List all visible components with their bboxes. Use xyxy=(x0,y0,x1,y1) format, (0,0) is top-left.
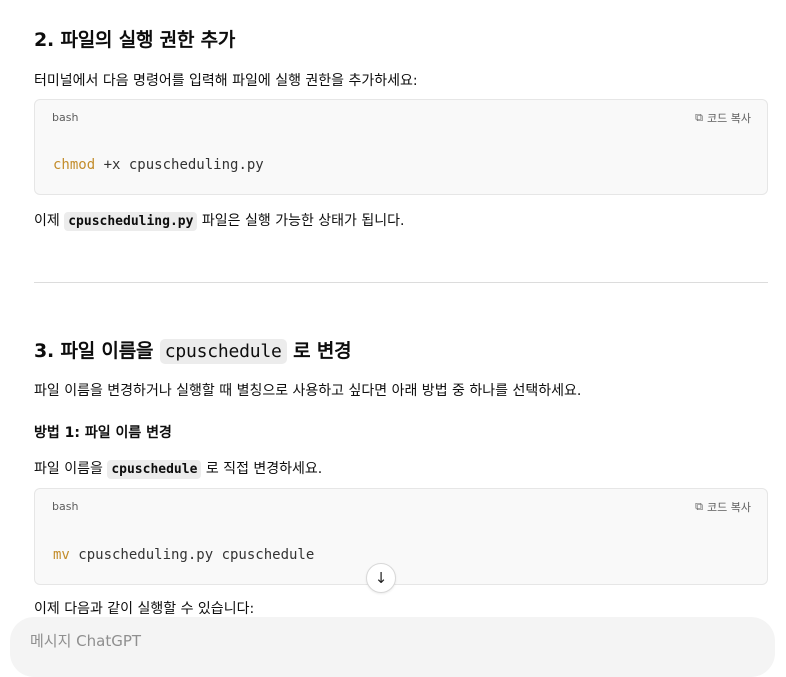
message-composer xyxy=(10,617,775,677)
scroll-down-button[interactable]: ↓ xyxy=(366,563,396,593)
after-suffix: 파일은 실행 가능한 상태가 됩니다. xyxy=(197,213,405,229)
code-block-mv: bash ⧉ 코드 복사 mv cpuscheduling.py cpusche… xyxy=(34,488,768,585)
arrow-down-icon: ↓ xyxy=(374,569,388,587)
section-3-heading: 3. 파일 이름을 cpuschedule 로 변경 xyxy=(34,336,352,364)
method-1-suffix: 로 직접 변경하세요. xyxy=(201,461,323,477)
code-args: cpuscheduling.py cpuschedule xyxy=(69,547,315,563)
section-2-after: 이제 cpuscheduling.py 파일은 실행 가능한 상태가 됩니다. xyxy=(34,210,405,231)
code-block-chmod: bash ⧉ 코드 복사 chmod +x cpuscheduling.py xyxy=(34,99,768,195)
code-lang-label: bash xyxy=(52,500,79,513)
code-args: +x cpuscheduling.py xyxy=(95,157,264,173)
heading-suffix: 로 변경 xyxy=(286,340,352,362)
section-2-heading: 2. 파일의 실행 권한 추가 xyxy=(34,29,236,51)
method-1-text: 파일 이름을 cpuschedule 로 직접 변경하세요. xyxy=(34,458,323,479)
section-3-intro: 파일 이름을 변경하거나 실행할 때 별칭으로 사용하고 싶다면 아래 방법 중… xyxy=(34,383,582,399)
code-keyword: chmod xyxy=(53,157,96,173)
copy-icon: ⧉ xyxy=(695,500,704,513)
copy-code-label: 코드 복사 xyxy=(707,112,751,125)
copy-code-button[interactable]: ⧉ 코드 복사 xyxy=(695,110,751,126)
copy-icon: ⧉ xyxy=(695,111,704,124)
section-3-after: 이제 다음과 같이 실행할 수 있습니다: xyxy=(34,601,255,617)
copy-code-button[interactable]: ⧉ 코드 복사 xyxy=(695,499,751,515)
code-line: chmod +x cpuscheduling.py xyxy=(53,157,264,173)
inline-code-newname: cpuschedule xyxy=(107,460,202,479)
method-1-title: 방법 1: 파일 이름 변경 xyxy=(34,425,172,441)
inline-code-filename: cpuscheduling.py xyxy=(64,212,198,231)
code-keyword: mv xyxy=(53,547,70,563)
heading-inline-code: cpuschedule xyxy=(159,339,287,364)
after-prefix: 이제 xyxy=(34,213,65,229)
heading-prefix: 3. 파일 이름을 xyxy=(34,340,160,362)
section-2-intro: 터미널에서 다음 명령어를 입력해 파일에 실행 권한을 추가하세요: xyxy=(34,73,418,89)
section-divider xyxy=(34,282,768,283)
code-lang-label: bash xyxy=(52,111,79,124)
copy-code-label: 코드 복사 xyxy=(707,501,751,514)
method-1-prefix: 파일 이름을 xyxy=(34,461,108,477)
code-line: mv cpuscheduling.py cpuschedule xyxy=(53,547,314,563)
message-input[interactable] xyxy=(28,631,732,651)
